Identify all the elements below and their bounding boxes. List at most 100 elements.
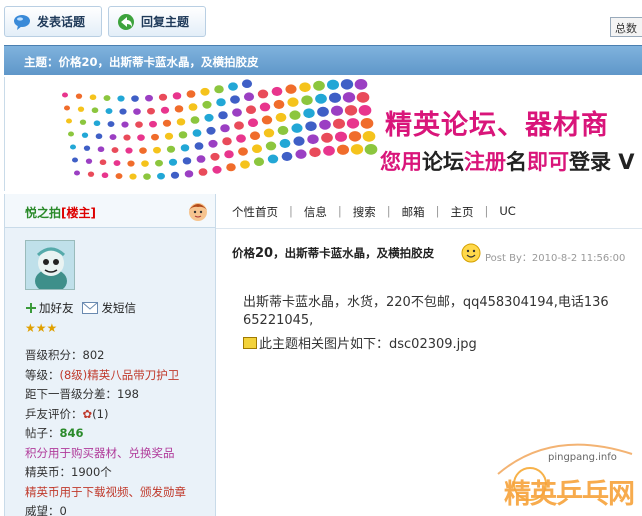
banner-dot [147,107,155,115]
banner-dot [79,119,87,125]
topic-title: 主题：价格20，出斯蒂卡蓝水晶，及横拍胶皮 [24,55,259,69]
banner-dot [224,150,234,159]
author-name[interactable]: 悦之拍 [25,206,61,220]
banner-dot [77,106,85,112]
banner-dot [168,158,178,166]
banner-dot [139,147,147,154]
nav-mail[interactable]: 邮箱 [402,204,425,220]
add-friend-link[interactable]: 加好友 [25,300,74,316]
banner-dot [257,89,269,99]
banner-dot [64,105,70,111]
banner-dot [305,121,317,132]
banner-dot [356,91,370,103]
banner-dot [303,108,315,119]
banner-dot [236,134,246,143]
banner-dot [289,110,301,120]
banner-dot [66,118,72,124]
banner-dot [344,105,358,116]
top-toolbar: 发表话题 回复主题 总数 [0,0,642,42]
banner-dot [342,92,356,103]
banner-dot [226,163,236,172]
banner-dot [83,145,91,151]
nav-uc[interactable]: UC [499,204,515,220]
banner-dot [121,121,129,128]
banner-dot [172,92,182,100]
banner-dot [178,131,188,139]
banner-dot [206,126,216,135]
banner-subline: 您用论坛注册名即可登录 V [380,150,635,174]
banner-dot [319,119,331,130]
banner-dot [145,94,153,102]
nav-search[interactable]: 搜索 [353,204,376,220]
banner-dot [131,95,139,102]
post-topic-button[interactable]: 发表话题 [4,6,102,37]
banner-dot [212,165,222,174]
banner-dot [158,93,168,101]
author-nav: 个性首页 | 信息 | 搜索 | 邮箱 | 主页 | UC [232,204,516,220]
next-rank: 距下一晋级分差：198 [25,387,139,401]
banner-dot [162,119,172,127]
banner-dot [277,125,289,136]
level-score: 晋级积分：802 [25,348,105,362]
banner-dot [143,173,151,180]
watermark-brand: 精英乒乓网 [504,479,635,510]
attachment-row[interactable]: 此主题相关图片如下：dsc02309.jpg [243,333,477,352]
nav-info[interactable]: 信息 [304,204,327,220]
rank-row: 等级：(8级)精英八品带刀护卫 [25,367,180,382]
banner-dot [208,139,218,148]
banner-dot [141,160,149,167]
banner-dot [196,155,206,163]
forum-banner[interactable]: 精英论坛、器材商 您用论坛注册名即可登录 V [4,77,642,191]
banner-dot [251,144,263,154]
banner-dot [111,147,119,154]
banner-dot [267,154,279,164]
banner-dot [350,144,364,155]
banner-dot [137,134,145,141]
reply-topic-button[interactable]: 回复主题 [108,6,206,37]
banner-dot [93,120,101,127]
banner-dot [166,145,176,153]
banner-dot [313,80,325,91]
total-count-box: 总数 [610,17,642,37]
banner-dot [321,132,333,143]
topic-title-bar: 主题：价格20，出斯蒂卡蓝水晶，及横拍胶皮 [4,45,642,75]
rank-value: (8级)精英八品带刀护卫 [59,367,180,382]
banner-dot [170,171,180,179]
post-timestamp: Post By：2010-8-2 11:56:00 [485,253,626,264]
nav-homepage[interactable]: 主页 [451,204,474,220]
banner-dot [230,95,240,104]
total-label: 总数 [615,22,637,35]
attachment-icon [243,336,257,349]
banner-dot [218,111,228,120]
send-message-link[interactable]: 发短信 [81,300,136,316]
banner-dot [200,87,210,96]
banner-dot [91,107,99,114]
banner-dot [317,106,329,117]
banner-dot [62,92,68,98]
banner-dot [222,137,232,146]
banner-dot [119,108,127,115]
banner-dot [75,93,83,99]
banner-dot [151,133,159,141]
banner-dot [153,146,161,154]
banner-dot [261,115,273,125]
author-avatar[interactable] [25,240,75,290]
banner-dot [202,100,212,109]
banner-dot [129,173,137,180]
banner-dot [328,92,342,103]
banner-dot [220,124,230,133]
banner-dot [174,105,184,113]
banner-dot [247,118,259,128]
banner-dot [287,97,299,107]
banner-dot [113,160,121,167]
banner-dot [240,160,250,169]
banner-dot [81,132,89,138]
banner-dot [115,173,123,180]
banner-dot [182,157,192,165]
banner-dot [184,170,194,178]
banner-dot [340,79,354,90]
banner-dot [133,108,141,115]
banner-dot [315,93,327,104]
banner-dot [155,159,163,167]
nav-home[interactable]: 个性首页 [232,204,278,220]
